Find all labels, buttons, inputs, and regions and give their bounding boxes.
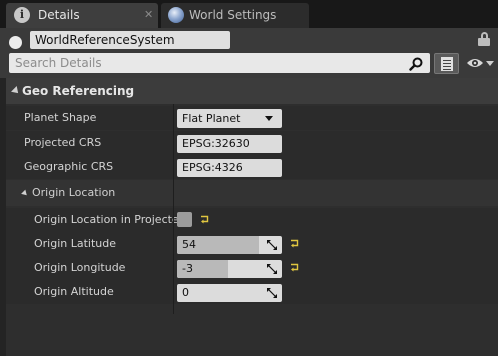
dropdown-value: Flat Planet (182, 112, 241, 125)
eye-icon[interactable] (466, 57, 484, 69)
origin-longitude-spinbox[interactable]: -3 (177, 260, 282, 278)
search-icon[interactable] (409, 57, 423, 71)
tab-world-settings-label: World Settings (189, 8, 277, 22)
property-matrix-button[interactable] (434, 53, 459, 74)
expand-arrow-icon (11, 86, 21, 96)
tab-details[interactable]: i Details ✕ (6, 3, 158, 28)
reset-to-default-icon[interactable] (290, 263, 300, 272)
origin-altitude-spinbox[interactable]: 0 (177, 284, 282, 302)
globe-icon (168, 7, 184, 23)
property-label: Origin Altitude (34, 285, 114, 298)
origin-latitude-spinbox[interactable]: 54 (177, 236, 282, 254)
geographic-crs-field[interactable]: EPSG:4326 (177, 159, 282, 177)
column-splitter[interactable] (173, 104, 174, 314)
lock-icon[interactable] (478, 32, 490, 46)
tab-details-label: Details (38, 8, 80, 22)
actor-icon (9, 36, 22, 49)
actor-name-field[interactable]: WorldReferenceSystem (30, 31, 230, 49)
property-label: Projected CRS (24, 136, 102, 149)
chevron-down-icon[interactable] (486, 61, 494, 66)
search-input[interactable]: Search Details (9, 53, 430, 73)
property-label: Origin Location in Projected (34, 213, 186, 226)
property-label: Planet Shape (24, 111, 97, 124)
chevron-down-icon (265, 116, 273, 121)
subcategory-label: Origin Location (32, 186, 116, 199)
property-label: Origin Latitude (34, 237, 117, 250)
expand-arrow-icon (21, 189, 29, 198)
property-row-origin-in-projected: Origin Location in Projected (6, 208, 498, 232)
subcategory-origin-location[interactable]: Origin Location (6, 180, 498, 206)
info-icon: i (14, 7, 30, 23)
projected-crs-field[interactable]: EPSG:32630 (177, 135, 282, 153)
property-label: Origin Longitude (34, 261, 126, 274)
tab-world-settings[interactable]: World Settings (161, 3, 309, 28)
spinbox-value: -3 (182, 262, 193, 275)
drag-arrows-icon (267, 288, 277, 298)
spinbox-value: 54 (182, 238, 196, 251)
reset-to-default-icon[interactable] (290, 239, 300, 248)
reset-to-default-icon[interactable] (200, 215, 210, 224)
category-geo-referencing[interactable]: Geo Referencing (6, 78, 498, 104)
drag-arrows-icon (267, 264, 277, 274)
drag-arrows-icon (267, 240, 277, 250)
close-icon[interactable]: ✕ (144, 8, 153, 21)
planet-shape-dropdown[interactable]: Flat Planet (177, 109, 282, 128)
origin-in-projected-checkbox[interactable] (177, 212, 192, 227)
spinbox-value: 0 (182, 286, 189, 299)
property-label: Geographic CRS (24, 160, 114, 173)
category-label: Geo Referencing (22, 84, 135, 98)
